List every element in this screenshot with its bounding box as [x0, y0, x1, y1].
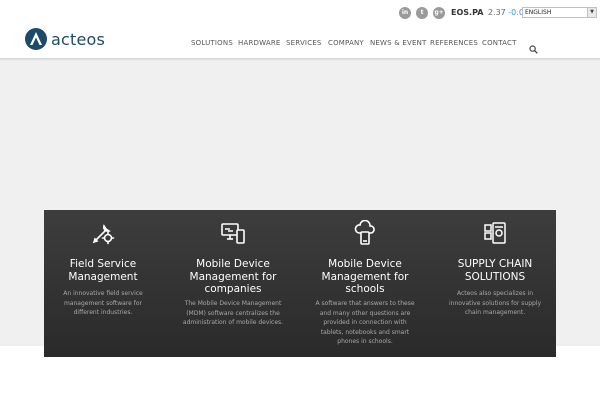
feature-title: Mobile Device Management for schools	[321, 258, 409, 295]
feature-supply-chain[interactable]: SUPPLY CHAIN SOLUTIONS Acteos also speci…	[436, 210, 554, 357]
nav-company[interactable]: COMPANY	[328, 39, 364, 47]
feature-title: Mobile Device Management for companies	[189, 258, 277, 295]
site-header: acteos in t g+ EOS.PA 2.37 -0.03 ENGLISH…	[0, 0, 600, 59]
ticker-symbol: EOS.PA	[451, 8, 484, 17]
language-select[interactable]: ENGLISH ▼	[522, 7, 597, 18]
nav-contact[interactable]: CONTACT	[482, 39, 517, 47]
nav-services[interactable]: SERVICES	[286, 39, 322, 47]
feature-field-service[interactable]: Field Service Management An innovative f…	[44, 210, 162, 357]
linkedin-icon[interactable]: in	[399, 7, 411, 19]
language-selected: ENGLISH	[525, 9, 552, 16]
stock-ticker: EOS.PA 2.37 -0.03	[451, 8, 529, 17]
nav-solutions[interactable]: SOLUTIONS	[191, 39, 233, 47]
tools-icon	[90, 220, 116, 246]
nav-hardware[interactable]: HARDWARE	[238, 39, 281, 47]
acteos-logo-icon	[25, 28, 47, 50]
google-plus-icon[interactable]: g+	[433, 7, 445, 19]
ticker-price: 2.37	[487, 8, 506, 17]
feature-description: The Mobile Device Management (MDM) softw…	[182, 300, 284, 326]
feature-description: An innovative field service management s…	[63, 290, 143, 316]
brand-name: acteos	[51, 29, 106, 49]
twitter-icon[interactable]: t	[416, 7, 428, 19]
feature-description: Acteos also specializes in innovative so…	[448, 290, 542, 316]
devices-icon	[220, 220, 246, 246]
nav-references[interactable]: REFERENCES	[430, 39, 478, 47]
feature-mdm-companies[interactable]: Mobile Device Management for companies T…	[174, 210, 292, 357]
search-icon[interactable]	[529, 39, 538, 54]
cloud-device-icon	[352, 219, 378, 246]
chevron-down-icon: ▼	[587, 8, 596, 17]
supply-chain-icon	[482, 220, 508, 246]
logo[interactable]: acteos	[25, 28, 105, 50]
feature-title: Field Service Management	[68, 258, 138, 283]
nav-news-event[interactable]: NEWS & EVENT	[370, 39, 426, 47]
feature-title: SUPPLY CHAIN SOLUTIONS	[457, 258, 533, 283]
feature-mdm-schools[interactable]: Mobile Device Management for schools A s…	[306, 210, 424, 357]
features-panel: Field Service Management An innovative f…	[44, 210, 556, 357]
feature-description: A software that answers to these and man…	[315, 300, 415, 345]
